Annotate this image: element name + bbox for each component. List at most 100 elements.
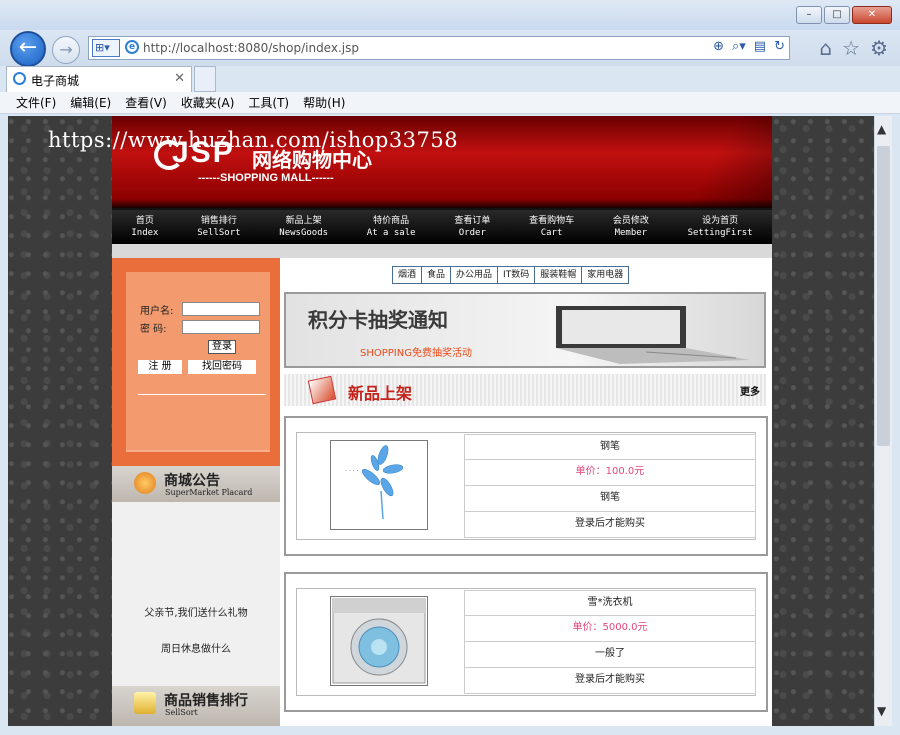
nav-sellsort-zh: 销售排行 <box>200 216 237 226</box>
category-clothing[interactable]: 服装鞋帽 <box>535 267 583 283</box>
ie-icon: e <box>125 40 139 54</box>
menu-help[interactable]: 帮助(H) <box>303 94 345 111</box>
notice-item[interactable]: 周日休息做什么 <box>112 640 280 655</box>
product-info: 钢笔 单价：100.0元 钢笔 登录后才能购买 <box>464 434 756 538</box>
nav-sellsort-en: SellSort <box>197 228 241 238</box>
nav-sale-zh: 特价商品 <box>373 216 410 226</box>
nav-index-zh: 首页 <box>135 216 154 226</box>
nav-newsgoods[interactable]: 新品上架 NewsGoods <box>279 215 328 239</box>
close-tab-icon[interactable]: ✕ <box>174 71 185 86</box>
product-desc: 钢笔 <box>464 486 756 512</box>
product-desc: 一般了 <box>464 642 756 668</box>
nav-settingfirst-en: SettingFirst <box>687 228 753 238</box>
nav-member[interactable]: 会员修改 Member <box>613 215 649 239</box>
nav-sale[interactable]: 特价商品 At a sale <box>367 215 416 239</box>
addon-icon[interactable]: ⊕ <box>713 39 724 54</box>
nav-sellsort[interactable]: 销售排行 SellSort <box>197 215 240 239</box>
site-logo-sub: ------SHOPPING MALL------ <box>198 172 334 184</box>
gear-icon[interactable]: ⚙ <box>870 36 888 60</box>
notice-item[interactable]: 父亲节,我们送什么礼物 <box>112 604 280 619</box>
vertical-scrollbar[interactable]: ▲ ▼ <box>874 116 892 726</box>
nav-settingfirst[interactable]: 设为首页 SettingFirst <box>688 215 753 239</box>
watermark-text: https://www.huzhan.com/ishop33758 <box>48 128 459 152</box>
left-column: 用户名: 密 码: 登录 注 册 找回密码 商城公告 SuperMarket P… <box>112 258 280 726</box>
browser-tools: ⌂ ☆ ⚙ <box>819 36 888 60</box>
login-panel: 用户名: 密 码: 登录 注 册 找回密码 <box>112 258 280 466</box>
scroll-up-icon[interactable]: ▲ <box>877 122 886 136</box>
scroll-down-icon[interactable]: ▼ <box>877 704 886 718</box>
menu-view[interactable]: 查看(V) <box>125 94 167 111</box>
maximize-button[interactable]: □ <box>824 6 850 24</box>
back-button[interactable]: ← <box>10 31 46 67</box>
url-text[interactable]: http://localhost:8080/shop/index.jsp <box>143 41 359 55</box>
promo-subtitle: SHOPPING免费抽奖活动 <box>360 348 472 359</box>
home-icon[interactable]: ⌂ <box>819 36 832 60</box>
scroll-thumb[interactable] <box>877 146 890 446</box>
category-tobacco[interactable]: 烟酒 <box>393 267 423 283</box>
favorites-star-icon[interactable]: ☆ <box>842 36 860 60</box>
notice-header-en: SuperMarket Placard <box>165 488 253 497</box>
svg-text:. . . .: . . . . <box>345 466 358 473</box>
login-button[interactable]: 登录 <box>208 340 236 354</box>
banner-swoosh <box>682 116 772 208</box>
nav-member-en: Member <box>614 228 648 238</box>
sellsort-header: 商品销售排行 SellSort <box>112 686 280 726</box>
speaker-icon <box>134 472 156 494</box>
register-button[interactable]: 注 册 <box>138 360 182 374</box>
product-info: 雪*洗衣机 单价：5000.0元 一般了 登录后才能购买 <box>464 590 756 694</box>
flower-pen-image: . . . . <box>345 445 404 520</box>
product-image[interactable] <box>330 596 428 686</box>
new-tab-button[interactable] <box>194 66 216 92</box>
promo-banner[interactable]: 积分卡抽奖通知 SHOPPING免费抽奖活动 <box>284 292 766 368</box>
nav-newsgoods-zh: 新品上架 <box>285 216 322 226</box>
minimize-button[interactable]: – <box>796 6 822 24</box>
username-label: 用户名: <box>140 306 174 317</box>
category-office[interactable]: 办公用品 <box>451 267 499 283</box>
product-card: 雪*洗衣机 单价：5000.0元 一般了 登录后才能购买 <box>284 572 768 712</box>
product-name[interactable]: 钢笔 <box>464 434 756 460</box>
sellsort-header-en: SellSort <box>165 708 198 717</box>
product-card: . . . . 钢笔 单价：100.0元 钢笔 登录后才能购买 <box>284 416 768 556</box>
category-food[interactable]: 食品 <box>422 267 452 283</box>
refresh-icon[interactable]: ↻ <box>774 39 785 54</box>
compat-icon[interactable]: ⊞▾ <box>92 39 120 57</box>
search-icon[interactable]: ⌕▾ <box>732 39 746 54</box>
close-button[interactable]: ✕ <box>852 6 892 24</box>
forward-button[interactable]: → <box>52 36 80 64</box>
menu-edit[interactable]: 编辑(E) <box>70 94 111 111</box>
chart-icon <box>134 692 156 714</box>
product-buy-note[interactable]: 登录后才能购买 <box>464 512 756 538</box>
username-input[interactable] <box>182 302 260 316</box>
menu-file[interactable]: 文件(F) <box>16 94 56 111</box>
category-appliance[interactable]: 家用电器 <box>582 267 628 283</box>
compat-view-icon[interactable]: ▤ <box>754 39 766 54</box>
forgot-password-button[interactable]: 找回密码 <box>188 360 256 374</box>
ie-tab-icon <box>13 72 26 85</box>
nav-order[interactable]: 查看订单 Order <box>454 215 490 239</box>
nav-divider <box>112 244 772 258</box>
product-name[interactable]: 雪*洗衣机 <box>464 590 756 616</box>
nav-member-zh: 会员修改 <box>612 216 649 226</box>
more-link[interactable]: 更多 <box>740 383 760 398</box>
menu-favorites[interactable]: 收藏夹(A) <box>181 94 235 111</box>
product-image[interactable]: . . . . <box>330 440 428 530</box>
promo-title: 积分卡抽奖通知 <box>308 308 448 332</box>
tab-shop[interactable]: 电子商城 ✕ <box>6 66 192 92</box>
nav-index[interactable]: 首页 Index <box>131 215 158 239</box>
nav-cart-en: Cart <box>540 228 563 238</box>
site-nav: 首页 Index 销售排行 SellSort 新品上架 NewsGoods 特价商品 A… <box>112 208 772 244</box>
product-buy-note[interactable]: 登录后才能购买 <box>464 668 756 694</box>
menu-tools[interactable]: 工具(T) <box>248 94 289 111</box>
password-input[interactable] <box>182 320 260 334</box>
address-bar[interactable]: ⊞▾ e http://localhost:8080/shop/index.js… <box>88 36 790 60</box>
tab-bar: 电子商城 ✕ <box>0 66 900 92</box>
category-it[interactable]: IT数码 <box>498 267 536 283</box>
menu-bar: 文件(F) 编辑(E) 查看(V) 收藏夹(A) 工具(T) 帮助(H) <box>0 92 900 114</box>
login-divider <box>138 394 266 395</box>
browser-navbar: ← → ⊞▾ e http://localhost:8080/shop/inde… <box>0 30 900 67</box>
washing-machine-image <box>332 598 426 684</box>
nav-cart[interactable]: 查看购物车 Cart <box>529 215 574 239</box>
category-bar: 烟酒 食品 办公用品 IT数码 服装鞋帽 家用电器 <box>392 266 630 284</box>
password-label: 密 码: <box>140 324 167 335</box>
address-tools: ⊕ ⌕▾ ▤ ↻ <box>713 39 785 54</box>
